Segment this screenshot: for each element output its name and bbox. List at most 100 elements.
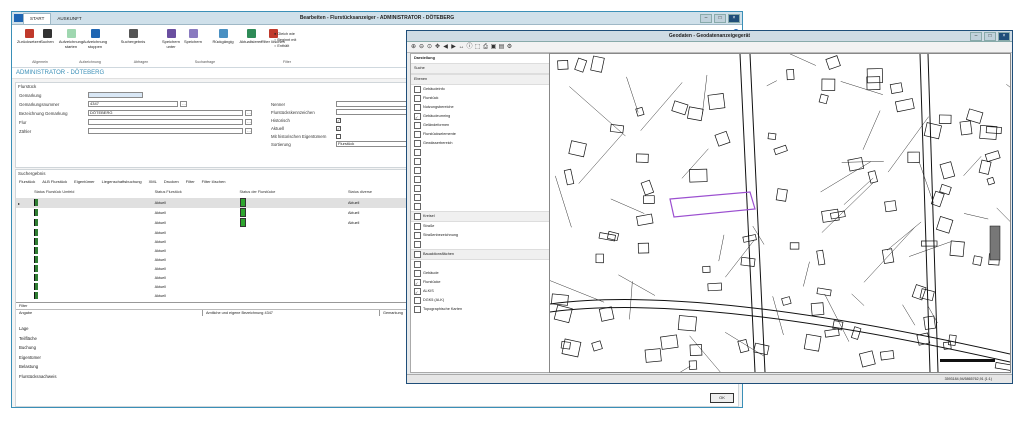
lookup-button[interactable]: …: [180, 101, 187, 107]
lookup-button[interactable]: …: [245, 110, 252, 116]
layer-checkbox[interactable]: [414, 231, 421, 239]
cadastral-map[interactable]: [550, 54, 1010, 372]
results-toolbar-item[interactable]: Filter löschen: [202, 179, 226, 184]
radio-contains[interactable]: ○ Enthält: [274, 43, 296, 49]
layer-item[interactable]: Flurstückselemente: [411, 130, 549, 139]
form-field[interactable]: 4347: [88, 101, 178, 107]
checkbox[interactable]: ✓: [336, 118, 341, 123]
column-header[interactable]: Status Flurstück: [153, 186, 238, 198]
layer-item[interactable]: Gewässerbereich: [411, 139, 549, 148]
measure-icon[interactable]: ↔: [458, 44, 465, 51]
minimize-button[interactable]: –: [700, 14, 712, 23]
ok-button[interactable]: OK: [710, 393, 734, 403]
layer-checkbox[interactable]: [414, 139, 421, 147]
lookup-button[interactable]: …: [245, 119, 252, 125]
layer-item[interactable]: Straße: [411, 222, 549, 231]
layer-checkbox[interactable]: [414, 240, 421, 248]
layer-checkbox[interactable]: [414, 175, 421, 183]
layer-checkbox[interactable]: [414, 212, 421, 220]
detail-item[interactable]: Flurstücksnachweis: [19, 372, 57, 382]
layer-checkbox[interactable]: [414, 103, 421, 111]
layer-checkbox[interactable]: [414, 121, 421, 129]
layer-checkbox[interactable]: [414, 202, 421, 210]
column-header[interactable]: Status der Flurstücke: [238, 186, 346, 198]
export-icon[interactable]: ▣: [490, 44, 497, 51]
sort-select[interactable]: Flurstück: [336, 141, 411, 147]
layer-checkbox[interactable]: [414, 305, 421, 313]
layer-item[interactable]: [411, 175, 549, 184]
layer-item[interactable]: Gebäude: [411, 269, 549, 278]
results-toolbar-item[interactable]: Liegenschaftsbuchung: [102, 179, 142, 184]
aufzeichnung-starten-button[interactable]: Aufzeichnung starten: [58, 29, 84, 49]
layer-item[interactable]: ✓ Flurstücke: [411, 278, 549, 287]
column-header[interactable]: Status Flurstück Umfeld: [32, 186, 153, 198]
checkbox[interactable]: ✓: [336, 126, 341, 131]
tab-suche[interactable]: Suche: [411, 63, 549, 74]
layer-item[interactable]: ✓ Gebäudeumring: [411, 112, 549, 121]
results-toolbar-item[interactable]: Eigentümer: [74, 179, 94, 184]
layer-checkbox[interactable]: [414, 222, 421, 230]
detail-item[interactable]: Lage: [19, 324, 57, 334]
detail-item[interactable]: Teilfläche: [19, 334, 57, 344]
form-field[interactable]: DÖTEBERG: [88, 110, 243, 116]
layer-item[interactable]: Bauaktionsflächen: [411, 249, 549, 260]
detail-item[interactable]: Belastung: [19, 362, 57, 372]
form-field[interactable]: [88, 128, 243, 134]
layer-checkbox[interactable]: ✓: [414, 112, 421, 120]
settings-icon[interactable]: ⚙: [506, 44, 513, 51]
lookup-button[interactable]: …: [245, 128, 252, 134]
layer-item[interactable]: [411, 166, 549, 175]
layer-checkbox[interactable]: ✓: [414, 278, 421, 286]
layer-item[interactable]: [411, 202, 549, 211]
layer-checkbox[interactable]: [414, 184, 421, 192]
map-minimize-button[interactable]: –: [970, 32, 982, 41]
layer-checkbox[interactable]: [414, 85, 421, 93]
results-toolbar-item[interactable]: XML: [149, 179, 157, 184]
filter-gemarkung[interactable]: Gemarkung: [380, 310, 406, 316]
zoom-extent-icon[interactable]: ⊙: [426, 44, 433, 51]
layer-item[interactable]: [411, 193, 549, 202]
info-icon[interactable]: ⓘ: [466, 44, 473, 51]
suchen-button[interactable]: Suchen: [34, 29, 60, 45]
filter-field[interactable]: Angabe: [16, 310, 203, 316]
checkbox[interactable]: [336, 134, 341, 139]
layer-item[interactable]: [411, 184, 549, 193]
map-canvas[interactable]: [549, 53, 1011, 373]
maximize-button[interactable]: □: [714, 14, 726, 23]
tab-ebenen[interactable]: Ebenen: [411, 74, 549, 85]
layer-checkbox[interactable]: [414, 269, 421, 277]
layer-item[interactable]: Nutzungsbereiche: [411, 103, 549, 112]
layer-item[interactable]: Topographische Karten: [411, 305, 549, 314]
aufzeichnung-stoppen-button[interactable]: Aufzeichnung stoppen: [82, 29, 108, 49]
layer-item[interactable]: [411, 240, 549, 249]
layer-item[interactable]: [411, 260, 549, 269]
layer-checkbox[interactable]: [414, 166, 421, 174]
results-toolbar-item[interactable]: Drucken: [164, 179, 179, 184]
layer-item[interactable]: Kreisel: [411, 211, 549, 222]
layer-item[interactable]: [411, 157, 549, 166]
results-toolbar-item[interactable]: Flurstück: [19, 179, 35, 184]
form-field[interactable]: [336, 101, 411, 107]
layer-item[interactable]: Flurstück: [411, 94, 549, 103]
map-maximize-button[interactable]: □: [984, 32, 996, 41]
layer-checkbox[interactable]: [414, 130, 421, 138]
suchergebnis-button[interactable]: Suchergebnis: [120, 29, 146, 45]
rückgängig-button[interactable]: Rückgängig: [210, 29, 236, 45]
zoom-in-icon[interactable]: ⊕: [410, 44, 417, 51]
form-field[interactable]: [88, 92, 143, 98]
back-icon[interactable]: ◀: [442, 44, 449, 51]
form-field[interactable]: [88, 119, 243, 125]
filter-value[interactable]: Amtliche und eigene Bezeichnung 4347: [203, 310, 380, 316]
layer-checkbox[interactable]: [414, 94, 421, 102]
forward-icon[interactable]: ▶: [450, 44, 457, 51]
layer-checkbox[interactable]: [414, 148, 421, 156]
results-toolbar-item[interactable]: ALB Flurstück: [42, 179, 67, 184]
layer-item[interactable]: Gebäudeinfo: [411, 85, 549, 94]
layer-checkbox[interactable]: [414, 250, 421, 258]
layer-checkbox[interactable]: [414, 157, 421, 165]
zoom-out-icon[interactable]: ⊖: [418, 44, 425, 51]
results-toolbar-item[interactable]: Filter: [186, 179, 195, 184]
layer-checkbox[interactable]: [414, 260, 421, 268]
close-button[interactable]: ×: [728, 14, 740, 23]
layer-checkbox[interactable]: ✓: [414, 287, 421, 295]
